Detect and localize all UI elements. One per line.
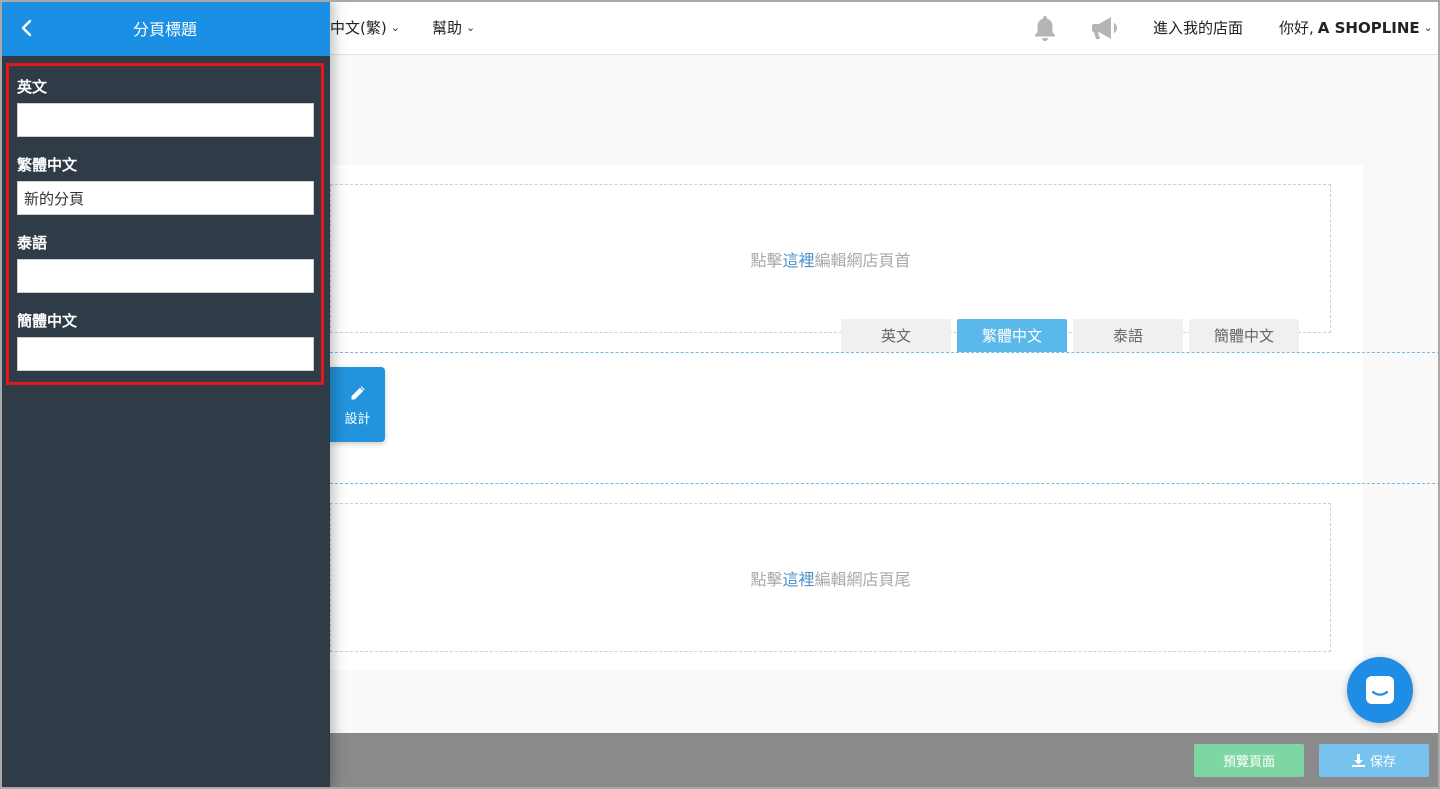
panel-title: 分頁標題 xyxy=(132,20,197,39)
header-edit-link[interactable]: 這裡 xyxy=(782,247,814,271)
chevron-down-icon: ⌄ xyxy=(466,21,476,34)
panel-header: 分頁標題 xyxy=(0,0,330,56)
greeting-text: 你好, xyxy=(1279,19,1314,37)
traditional-chinese-title-input[interactable]: 新的分頁 xyxy=(17,181,314,215)
header-placeholder[interactable]: 點擊 這裡 編輯網店頁首 xyxy=(330,184,1331,333)
field-label-simplified-chinese: 簡體中文 xyxy=(17,312,78,330)
simplified-chinese-title-input[interactable] xyxy=(17,337,314,371)
download-icon xyxy=(1351,754,1365,767)
footer-placeholder[interactable]: 點擊 這裡 編輯網店頁尾 xyxy=(330,503,1331,652)
field-label-english: 英文 xyxy=(17,78,48,96)
field-label-thai: 泰語 xyxy=(17,234,48,252)
user-name: A SHOPLINE xyxy=(1317,18,1420,37)
footer-edit-link[interactable]: 這裡 xyxy=(782,566,814,590)
tab-simplified-chinese[interactable]: 簡體中文 xyxy=(1189,319,1299,352)
tab-traditional-chinese[interactable]: 繁體中文 xyxy=(957,319,1067,352)
megaphone-icon[interactable] xyxy=(1090,0,1122,55)
help-dropdown[interactable]: 幫助 ⌄ xyxy=(432,0,475,55)
title-fields-group: 英文 繁體中文 新的分頁 泰語 簡體中文 xyxy=(6,63,324,385)
chevron-down-icon: ⌄ xyxy=(390,21,400,34)
chevron-left-icon[interactable] xyxy=(14,16,38,40)
save-button[interactable]: 保存 xyxy=(1319,744,1429,777)
design-label: 設計 xyxy=(344,411,371,427)
pencil-icon xyxy=(350,384,366,400)
field-label-traditional-chinese: 繁體中文 xyxy=(17,156,78,174)
section-divider-top xyxy=(330,352,1440,353)
thai-title-input[interactable] xyxy=(17,259,314,293)
design-button[interactable]: 設計 xyxy=(330,367,385,442)
page-title-panel: 分頁標題 英文 繁體中文 新的分頁 泰語 簡體中文 xyxy=(0,0,330,789)
user-menu[interactable]: 你好, A SHOPLINE ⌄ xyxy=(1279,0,1433,55)
chat-button[interactable] xyxy=(1347,657,1413,723)
enter-store-link[interactable]: 進入我的店面 xyxy=(1153,0,1243,55)
chat-icon xyxy=(1366,676,1394,704)
bell-icon[interactable] xyxy=(1031,0,1059,55)
tab-thai[interactable]: 泰語 xyxy=(1073,319,1183,352)
language-dropdown[interactable]: 中文(繁) ⌄ xyxy=(330,0,400,55)
help-label: 幫助 xyxy=(432,19,463,37)
save-label: 保存 xyxy=(1369,755,1396,770)
header-suffix: 編輯網店頁首 xyxy=(814,250,911,270)
language-tabs: 英文 繁體中文 泰語 簡體中文 xyxy=(841,319,1299,352)
footer-prefix: 點擊 xyxy=(750,569,783,589)
section-divider-bottom xyxy=(330,483,1440,484)
tab-english[interactable]: 英文 xyxy=(841,319,951,352)
language-label: 中文(繁) xyxy=(330,19,387,37)
preview-button[interactable]: 預覽頁面 xyxy=(1194,744,1304,777)
footer-suffix: 編輯網店頁尾 xyxy=(814,569,911,589)
header-prefix: 點擊 xyxy=(750,250,783,270)
chevron-down-icon: ⌄ xyxy=(1423,21,1433,34)
english-title-input[interactable] xyxy=(17,103,314,137)
